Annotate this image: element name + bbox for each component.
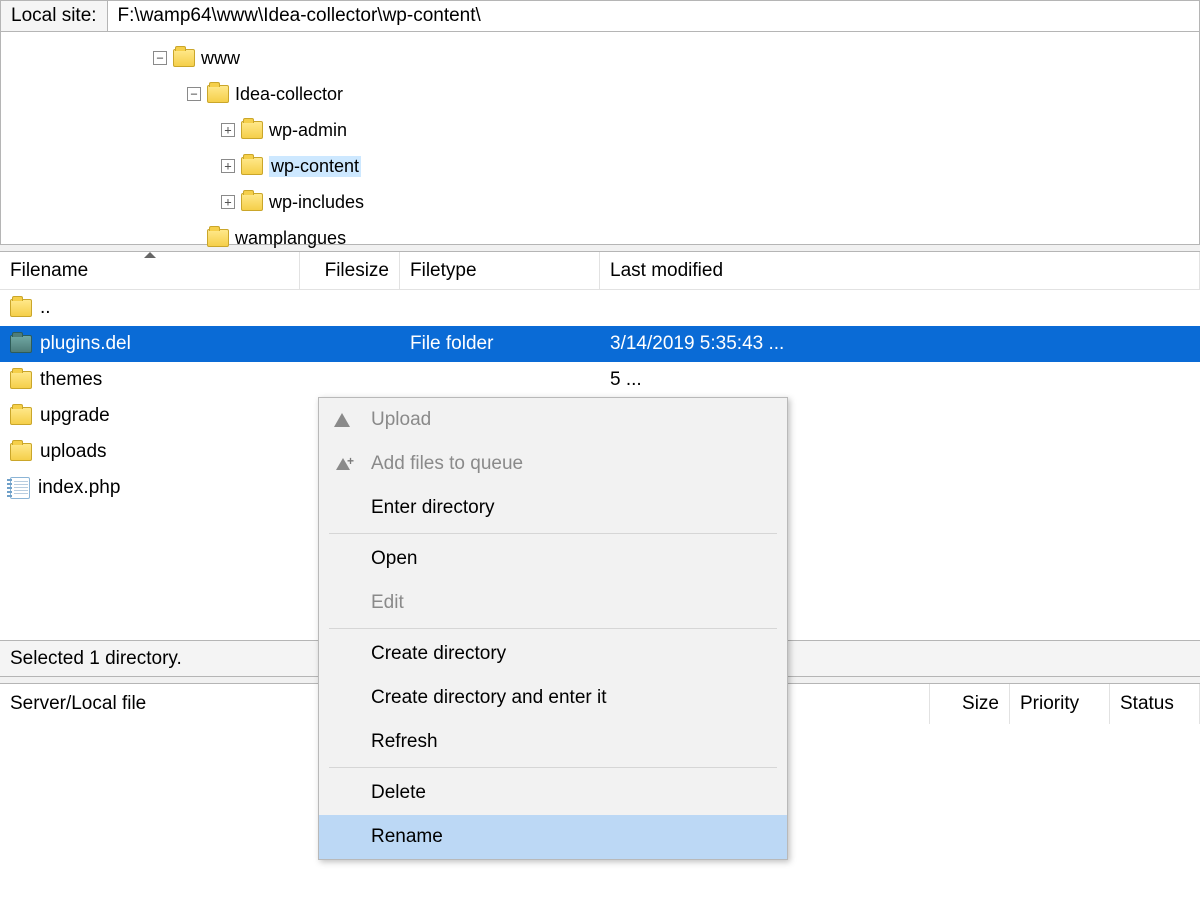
tree-label: Idea-collector <box>235 84 343 105</box>
tree-label: www <box>201 48 240 69</box>
context-menu: Upload + Add files to queue Enter direct… <box>318 397 788 860</box>
folder-icon <box>207 85 229 103</box>
folder-icon <box>173 49 195 67</box>
col-filetype[interactable]: Filetype <box>400 252 600 289</box>
menu-open[interactable]: Open <box>319 537 787 581</box>
tree-label: wp-includes <box>269 192 364 213</box>
col-status[interactable]: Status <box>1110 684 1200 724</box>
tree-item-wp-content[interactable]: + wp-content <box>221 148 1199 184</box>
tree-item-www[interactable]: − www <box>153 40 1199 76</box>
collapse-icon[interactable]: − <box>187 87 201 101</box>
menu-rename[interactable]: Rename <box>319 815 787 859</box>
menu-delete[interactable]: Delete <box>319 771 787 815</box>
col-filename[interactable]: Filename <box>0 252 300 289</box>
menu-refresh[interactable]: Refresh <box>319 720 787 764</box>
tree-item-wamplangues[interactable]: wamplangues <box>187 220 1199 256</box>
expand-icon[interactable]: + <box>221 123 235 137</box>
col-size[interactable]: Size <box>930 684 1010 724</box>
tree-item-wp-admin[interactable]: + wp-admin <box>221 112 1199 148</box>
address-bar: Local site: <box>0 0 1200 32</box>
menu-create-directory-enter[interactable]: Create directory and enter it <box>319 676 787 720</box>
local-path-input[interactable] <box>108 1 1199 31</box>
folder-icon <box>10 299 32 317</box>
folder-icon <box>10 443 32 461</box>
folder-icon <box>207 229 229 247</box>
menu-edit[interactable]: Edit <box>319 581 787 625</box>
collapse-icon[interactable]: − <box>153 51 167 65</box>
list-item[interactable]: themes 5 ... <box>0 362 1200 398</box>
menu-upload[interactable]: Upload <box>319 398 787 442</box>
menu-enter-directory[interactable]: Enter directory <box>319 486 787 530</box>
menu-create-directory[interactable]: Create directory <box>319 632 787 676</box>
col-filesize[interactable]: Filesize <box>300 252 400 289</box>
folder-icon <box>241 157 263 175</box>
list-header: Filename Filesize Filetype Last modified <box>0 252 1200 290</box>
folder-icon <box>10 335 32 353</box>
tree-item-project[interactable]: − Idea-collector <box>187 76 1199 112</box>
upload-icon <box>327 413 357 427</box>
folder-icon <box>10 371 32 389</box>
tree-item-wp-includes[interactable]: + wp-includes <box>221 184 1199 220</box>
expand-icon[interactable]: + <box>221 159 235 173</box>
file-icon <box>10 477 30 499</box>
folder-icon <box>10 407 32 425</box>
tree-label: wp-admin <box>269 120 347 141</box>
folder-icon <box>241 193 263 211</box>
menu-add-queue[interactable]: + Add files to queue <box>319 442 787 486</box>
col-modified[interactable]: Last modified <box>600 252 1200 289</box>
add-queue-icon: + <box>327 456 357 472</box>
folder-tree[interactable]: − www − Idea-collector + <box>0 32 1200 244</box>
expand-icon[interactable]: + <box>221 195 235 209</box>
tree-label: wamplangues <box>235 228 346 249</box>
folder-icon <box>241 121 263 139</box>
list-item[interactable]: plugins.del File folder3/14/2019 5:35:43… <box>0 326 1200 362</box>
list-item-parent[interactable]: .. <box>0 290 1200 326</box>
tree-label: wp-content <box>269 156 361 177</box>
col-priority[interactable]: Priority <box>1010 684 1110 724</box>
address-label: Local site: <box>1 1 108 31</box>
sort-asc-icon <box>144 252 156 258</box>
